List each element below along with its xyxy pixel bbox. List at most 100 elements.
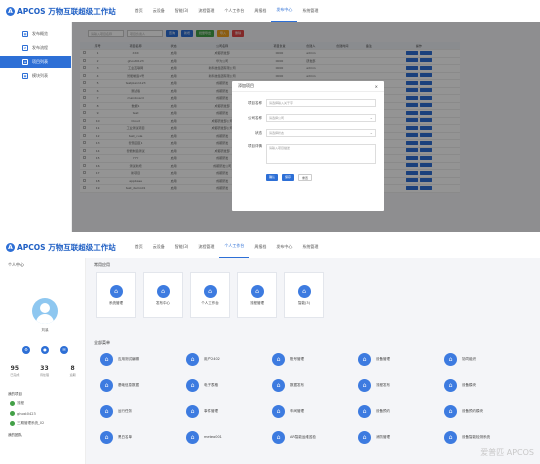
common-apps-title: 常用应用: [94, 262, 110, 267]
menu-label: 车间管理: [290, 408, 304, 413]
nav-item-process[interactable]: 流程管理: [193, 0, 219, 22]
menu-item[interactable]: ⌂ 用户2402: [186, 351, 272, 367]
nav-item-system[interactable]: 系统管理: [297, 0, 323, 22]
apcos-logo-icon: A: [6, 6, 15, 16]
menu-item[interactable]: ⌂ 流程发布: [358, 377, 444, 393]
menu-item[interactable]: ⌂ 设备管理: [358, 351, 444, 367]
project-name-input[interactable]: 请选择输入关于字: [266, 99, 376, 107]
confirm-button[interactable]: 确认: [266, 174, 279, 181]
sidebar-item-overview[interactable]: ▦ 发布概览: [0, 28, 71, 40]
menu-item[interactable]: ⌂ 账号管理: [272, 351, 358, 367]
nav-item-home[interactable]: 首页: [130, 0, 148, 22]
app-icon: ⌂: [358, 430, 371, 444]
menu-item[interactable]: ⌂ 基础信息数据: [100, 377, 186, 393]
nav-item-publish[interactable]: 发布中心: [271, 0, 298, 22]
menu-item[interactable]: ⌂ 设备模块: [444, 377, 530, 393]
logo[interactable]: A APCOS 万物互联超级工作站: [6, 242, 116, 253]
menu-item[interactable]: ⌂ 黑白名单: [100, 429, 186, 445]
personal-panel: 个人中心 刘溪 ⚙ ● ✉ 95 已完成 33 待处理 8 逾期 我的项目 流程 gh…: [0, 258, 86, 464]
menu-item[interactable]: ⌂ 协同组织: [444, 351, 530, 367]
app-icon: ⌂: [186, 352, 199, 366]
menu-item[interactable]: ⌂ 数据发布: [272, 377, 358, 393]
nav-item-home[interactable]: 首页: [130, 236, 148, 258]
menu-label: 事件管理: [204, 408, 218, 413]
app-icon: ⌂: [297, 284, 311, 298]
common-app-card[interactable]: ⌂ 发布中心: [143, 272, 183, 318]
reset-button[interactable]: 重置: [298, 174, 313, 181]
menu-item[interactable]: ⌂ 运行任务: [100, 403, 186, 419]
module-icon: ▣: [22, 73, 28, 79]
nav-item-workbench[interactable]: 个人工作台: [219, 0, 249, 22]
common-app-card[interactable]: ⌂ 智能(3): [284, 272, 324, 318]
project-item[interactable]: ghost0423: [10, 411, 36, 416]
close-icon[interactable]: ×: [375, 84, 378, 89]
logo-text: APCOS 万物互联超级工作站: [17, 6, 116, 16]
nav-item-cloud-device[interactable]: 云设备: [148, 236, 170, 258]
menu-item[interactable]: ⌂ 设备预约: [358, 403, 444, 419]
avatar[interactable]: [32, 298, 58, 324]
sidebar: ▦ 发布概览 ⇄ 发布流程 ≡ 项目列表 ▣ 模块列表: [0, 22, 72, 232]
nav-item-smart[interactable]: 智能(3): [170, 0, 194, 22]
field-label: 项目名称: [248, 100, 262, 105]
project-item[interactable]: 三期管理系统_02: [10, 421, 44, 426]
sidebar-item-projects[interactable]: ≡ 项目列表: [0, 56, 71, 68]
nav-item-process[interactable]: 流程管理: [193, 236, 219, 258]
common-app-card[interactable]: ⌂ 系统管理: [96, 272, 136, 318]
menu-item[interactable]: ⌂ 设备智能检测系统: [444, 429, 530, 445]
menu-item[interactable]: ⌂ 电子表格: [186, 377, 272, 393]
menu-item[interactable]: ⌂ 车间管理: [272, 403, 358, 419]
stat-label: 逾期: [69, 373, 76, 377]
menu-item[interactable]: ⌂ AR智能运维巡检: [272, 429, 358, 445]
menu-label: 数据发布: [290, 382, 304, 387]
menu-label: 消防管理: [376, 434, 390, 439]
save-button[interactable]: 保存: [282, 174, 295, 181]
modal-buttons: 确认 保存 重置: [266, 174, 384, 181]
common-app-card[interactable]: ⌂ 个人工作台: [190, 272, 230, 318]
sidebar-item-label: 项目列表: [32, 59, 48, 64]
user-icon[interactable]: ●: [41, 346, 49, 354]
stat-pending[interactable]: 33 待处理: [40, 365, 49, 377]
app-icon: ⌂: [186, 430, 199, 444]
app-icon: ⌂: [100, 430, 113, 444]
sidebar-item-modules[interactable]: ▣ 模块列表: [0, 70, 71, 82]
menu-label: 设备预约: [376, 408, 390, 413]
grid-icon: ▦: [22, 31, 28, 37]
nav-item-cloud-device[interactable]: 云设备: [148, 0, 170, 22]
app-icon: ⌂: [358, 352, 371, 366]
nav-item-weekly[interactable]: 周报档: [249, 236, 271, 258]
menu-item[interactable]: ⌂ 应用测试编辑: [100, 351, 186, 367]
nav-item-workbench[interactable]: 个人工作台: [219, 236, 250, 258]
stats-row: 95 已完成 33 待处理 8 逾期: [0, 365, 86, 377]
project-item[interactable]: 流程: [10, 401, 24, 406]
nav-item-smart[interactable]: 智能(3): [170, 236, 194, 258]
sidebar-item-flow[interactable]: ⇄ 发布流程: [0, 42, 71, 54]
menu-item[interactable]: ⌂ 消防管理: [358, 429, 444, 445]
company-select[interactable]: 请选择公司: [266, 114, 376, 122]
app-icon: ⌂: [272, 430, 285, 444]
menu-label: 流程发布: [376, 382, 390, 387]
app-icon: ⌂: [186, 378, 199, 392]
common-app-card[interactable]: ⌂ 流程管理: [237, 272, 277, 318]
message-icon[interactable]: ✉: [60, 346, 68, 354]
project-dot-icon: [10, 421, 15, 426]
app-icon: ⌂: [444, 404, 457, 418]
personal-title: 个人中心: [8, 262, 24, 267]
modal-title: 添加项目: [238, 83, 254, 88]
app-label: 流程管理: [250, 300, 264, 305]
nav-item-weekly[interactable]: 周报档: [249, 0, 271, 22]
stat-overdue[interactable]: 8 逾期: [70, 365, 76, 377]
status-select[interactable]: 请选择状态: [266, 129, 376, 137]
menu-item[interactable]: ⌂ 设备预约模块: [444, 403, 530, 419]
settings-icon[interactable]: ⚙: [22, 346, 30, 354]
stat-done[interactable]: 95 已完成: [10, 365, 19, 377]
form-row-company: 公司名称 请选择公司: [240, 114, 384, 122]
logo[interactable]: A APCOS 万物互联超级工作站: [6, 6, 116, 17]
project-detail-textarea[interactable]: 请输入项目描述: [266, 144, 376, 164]
nav-item-publish[interactable]: 发布中心: [271, 236, 297, 258]
menu-item[interactable]: ⌂ 事件管理: [186, 403, 272, 419]
menu-item[interactable]: ⌂ meteo001: [186, 429, 272, 445]
apps-panel: 常用应用 ⌂ 系统管理 ⌂ 发布中心 ⌂ 个人工作台 ⌂ 流程管理 ⌂ 智能(3) 全部菜…: [86, 258, 540, 464]
menu-label: 设备预约模块: [462, 408, 483, 413]
nav-item-system[interactable]: 系统管理: [297, 236, 323, 258]
sidebar-item-label: 发布流程: [32, 45, 48, 50]
